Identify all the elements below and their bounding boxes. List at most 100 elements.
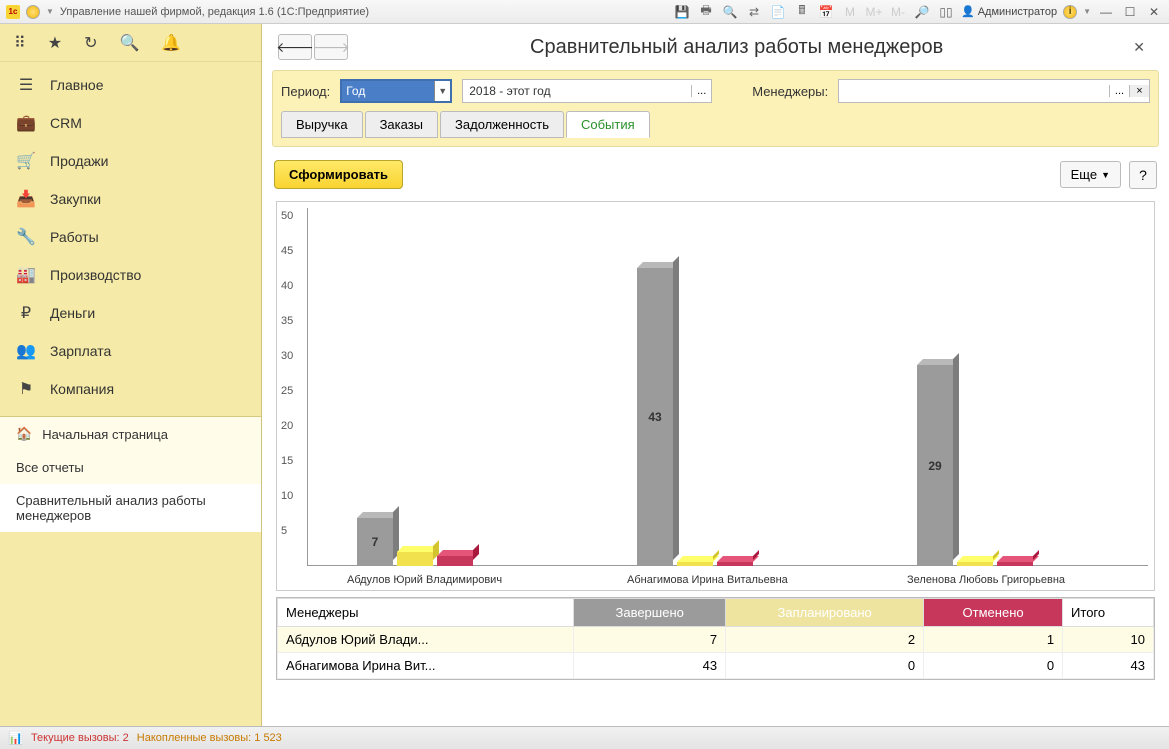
statusbar-icon: 📊 bbox=[8, 731, 23, 745]
search-icon[interactable]: 🔍 bbox=[119, 33, 139, 53]
sidebar-item-label: Компания bbox=[50, 381, 114, 397]
period-type-dropdown-icon[interactable]: ▼ bbox=[434, 81, 450, 101]
m-icon[interactable]: M bbox=[841, 3, 859, 21]
back-button[interactable]: 🡐 bbox=[278, 34, 312, 60]
sidebar-home[interactable]: 🏠 Начальная страница bbox=[0, 417, 261, 451]
info-icon[interactable]: i bbox=[1063, 5, 1077, 19]
managers-label: Менеджеры: bbox=[752, 84, 828, 99]
user-name: Администратор bbox=[978, 6, 1057, 18]
close-button[interactable]: ✕ bbox=[1145, 3, 1163, 21]
sidebar-current-report[interactable]: Сравнительный анализ работы менеджеров bbox=[0, 484, 261, 532]
sidebar-toolbar: ⠿ ★ ↻ 🔍 🔔 bbox=[0, 24, 261, 62]
window-title: Управление нашей фирмой, редакция 1.6 (1… bbox=[60, 6, 369, 18]
apps-icon[interactable]: ⠿ bbox=[14, 33, 26, 53]
help-button[interactable]: ? bbox=[1129, 161, 1157, 189]
more-label: Еще bbox=[1071, 167, 1097, 182]
sidebar-all-reports[interactable]: Все отчеты bbox=[0, 451, 261, 484]
sidebar: ⠿ ★ ↻ 🔍 🔔 ☰Главное 💼 CRM 🛒 Продажи 📥Закупки🔧Р… bbox=[0, 24, 262, 726]
managers-picker-button[interactable]: ... bbox=[1109, 85, 1129, 97]
sidebar-item-label: Зарплата bbox=[50, 343, 111, 359]
panels-icon[interactable]: ▯▯ bbox=[937, 3, 955, 21]
period-range-field[interactable]: 2018 - этот год ... bbox=[462, 79, 712, 103]
sidebar-item-0[interactable]: ☰Главное bbox=[0, 66, 261, 104]
tab-События[interactable]: События bbox=[566, 111, 650, 138]
managers-clear-button[interactable]: × bbox=[1129, 85, 1149, 97]
table-row[interactable]: Абдулов Юрий Влади...72110 bbox=[278, 627, 1154, 653]
period-type-input[interactable] bbox=[342, 81, 434, 101]
content-area: 🡐 🡒 Сравнительный анализ работы менеджер… bbox=[262, 24, 1169, 726]
period-range-text: 2018 - этот год bbox=[463, 84, 691, 98]
table-row[interactable]: Абнагимова Ирина Вит...430043 bbox=[278, 653, 1154, 679]
table-cell: 2 bbox=[726, 627, 924, 653]
sidebar-item-icon: 🛒 bbox=[16, 151, 36, 171]
bell-icon[interactable]: 🔔 bbox=[161, 33, 181, 53]
sidebar-item-label: CRM bbox=[50, 115, 82, 131]
chevron-down-icon[interactable]: ▼ bbox=[46, 7, 54, 16]
tab-Заказы[interactable]: Заказы bbox=[365, 111, 438, 138]
chart-bar bbox=[677, 562, 713, 566]
sidebar-item-icon: 💼 bbox=[16, 113, 36, 133]
calendar-icon[interactable]: 📅 bbox=[817, 3, 835, 21]
user-chip[interactable]: 👤 Администратор bbox=[961, 5, 1057, 18]
table-cell: 43 bbox=[574, 653, 726, 679]
sidebar-item-4[interactable]: 🔧Работы bbox=[0, 218, 261, 256]
sidebar-item-6[interactable]: ₽Деньги bbox=[0, 294, 261, 332]
doc-icon[interactable]: 📄 bbox=[769, 3, 787, 21]
sidebar-sub-label: Сравнительный анализ работы менеджеров bbox=[16, 493, 245, 523]
forward-button[interactable]: 🡒 bbox=[314, 34, 348, 60]
table-cell: 7 bbox=[574, 627, 726, 653]
sidebar-item-label: Главное bbox=[50, 77, 104, 93]
generate-button[interactable]: Сформировать bbox=[274, 160, 403, 189]
zoom-icon[interactable]: 🔎 bbox=[913, 3, 931, 21]
statusbar: 📊 Текущие вызовы: 2 Накопленные вызовы: … bbox=[0, 726, 1169, 749]
sidebar-item-label: Продажи bbox=[50, 153, 108, 169]
period-label: Период: bbox=[281, 84, 330, 99]
close-tab-button[interactable]: ✕ bbox=[1125, 35, 1153, 60]
sidebar-item-7[interactable]: 👥Зарплата bbox=[0, 332, 261, 370]
tab-Выручка[interactable]: Выручка bbox=[281, 111, 363, 138]
tab-Задолженность[interactable]: Задолженность bbox=[440, 111, 564, 138]
page-header: 🡐 🡒 Сравнительный анализ работы менеджер… bbox=[262, 24, 1169, 66]
user-icon: 👤 bbox=[961, 5, 975, 18]
m-plus-icon[interactable]: M+ bbox=[865, 3, 883, 21]
chevron-down-icon: ▼ bbox=[1101, 170, 1110, 180]
menu-circle-icon[interactable] bbox=[26, 5, 40, 19]
preview-icon[interactable]: 🔍 bbox=[721, 3, 739, 21]
save-icon[interactable]: 💾 bbox=[673, 3, 691, 21]
sidebar-item-1[interactable]: 💼 CRM bbox=[0, 104, 261, 142]
history-icon[interactable]: ↻ bbox=[84, 33, 97, 53]
sidebar-item-3[interactable]: 📥Закупки bbox=[0, 180, 261, 218]
table-header: Итого bbox=[1063, 599, 1154, 627]
titlebar: 1c ▼ Управление нашей фирмой, редакция 1… bbox=[0, 0, 1169, 24]
sidebar-item-icon: ₽ bbox=[16, 303, 36, 323]
status-total-calls: Накопленные вызовы: 1 523 bbox=[137, 732, 282, 744]
sidebar-sub-label: Все отчеты bbox=[16, 460, 84, 475]
chart-bar bbox=[717, 562, 753, 566]
more-button[interactable]: Еще ▼ bbox=[1060, 161, 1121, 188]
period-range-picker-button[interactable]: ... bbox=[691, 85, 711, 97]
compare-icon[interactable]: ⇄ bbox=[745, 3, 763, 21]
table-cell: 43 bbox=[1063, 653, 1154, 679]
table-header: Завершено bbox=[574, 599, 726, 627]
sidebar-item-5[interactable]: 🏭 Производство bbox=[0, 256, 261, 294]
home-icon: 🏠 bbox=[16, 426, 32, 442]
calc-icon[interactable]: 🖩 bbox=[793, 3, 811, 21]
chart-category-label: Абдулов Юрий Владимирович bbox=[347, 574, 502, 586]
managers-input[interactable]: ... × bbox=[838, 79, 1150, 103]
chart-bar: 29 bbox=[917, 365, 953, 566]
star-icon[interactable]: ★ bbox=[48, 33, 62, 53]
chart-bar bbox=[997, 562, 1033, 566]
period-type-combo[interactable]: ▼ bbox=[340, 79, 452, 103]
sidebar-item-label: Производство bbox=[50, 267, 141, 283]
m-minus-icon[interactable]: M- bbox=[889, 3, 907, 21]
print-icon[interactable]: 🖶 bbox=[697, 3, 715, 21]
info-chevron-icon[interactable]: ▼ bbox=[1083, 7, 1091, 16]
sidebar-item-8[interactable]: ⚑Компания bbox=[0, 370, 261, 408]
minimize-button[interactable]: — bbox=[1097, 3, 1115, 21]
sidebar-item-icon: 🏭 bbox=[16, 265, 36, 285]
sidebar-item-2[interactable]: 🛒 Продажи bbox=[0, 142, 261, 180]
chart-category-label: Абнагимова Ирина Витальевна bbox=[627, 574, 788, 586]
filter-tabs: ВыручкаЗаказыЗадолженностьСобытия bbox=[281, 111, 1150, 138]
chart-bar: 7 bbox=[357, 518, 393, 566]
maximize-button[interactable]: ☐ bbox=[1121, 3, 1139, 21]
